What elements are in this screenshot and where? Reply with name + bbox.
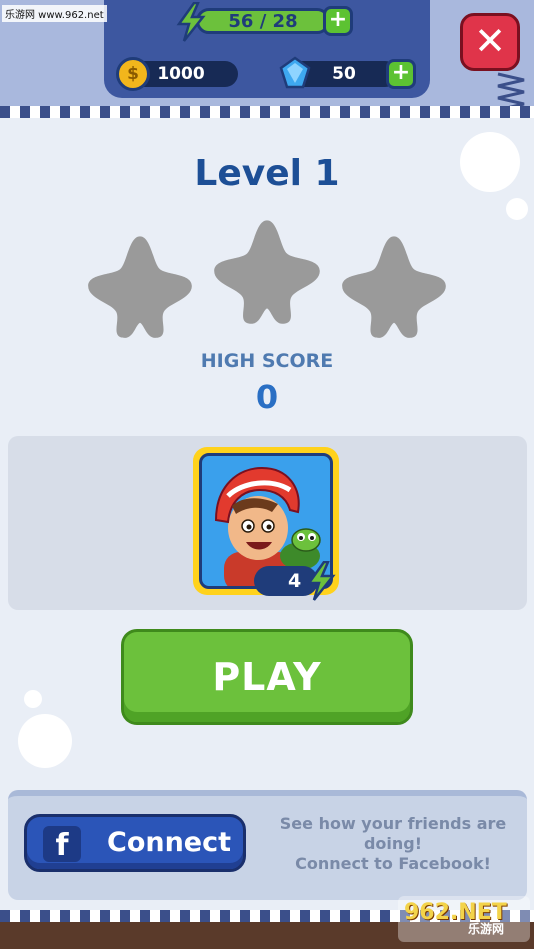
gem-icon (279, 56, 311, 89)
energy-bolt-icon (176, 2, 206, 42)
star-empty-icon (214, 220, 320, 324)
facebook-icon: f (43, 826, 81, 863)
bubble-decoration (24, 690, 42, 708)
high-score-value: 0 (255, 378, 279, 416)
energy-counter: 56 / 28 (196, 8, 330, 34)
facebook-note-line1: See how your friends are doing! (279, 814, 507, 853)
facebook-connect-button[interactable]: f Connect (24, 814, 246, 872)
facebook-note-line2: Connect to Facebook! (295, 854, 491, 873)
star-empty-icon (88, 236, 192, 338)
add-gems-button[interactable]: + (386, 59, 416, 89)
level-title: Level 1 (194, 153, 340, 194)
close-button[interactable]: ✕ (460, 13, 520, 71)
star-empty-icon (342, 236, 446, 338)
coin-icon: $ (116, 57, 150, 91)
watermark-text: 乐游网 (468, 922, 505, 936)
top-stripe-divider (0, 106, 534, 118)
play-button[interactable]: PLAY (121, 629, 413, 725)
add-energy-button[interactable]: + (323, 6, 353, 36)
facebook-note: See how your friends are doing! Connect … (270, 814, 516, 874)
watermark-bottom-right: 962.NET 乐游网 (398, 896, 530, 942)
facebook-connect-label: Connect (107, 827, 232, 858)
bubble-decoration (18, 714, 72, 768)
booster-bolt-icon (306, 561, 336, 601)
watermark-top-left: 乐游网 www.962.net (2, 5, 107, 22)
high-score-label: HIGH SCORE (200, 350, 334, 372)
bubble-decoration (506, 198, 528, 220)
